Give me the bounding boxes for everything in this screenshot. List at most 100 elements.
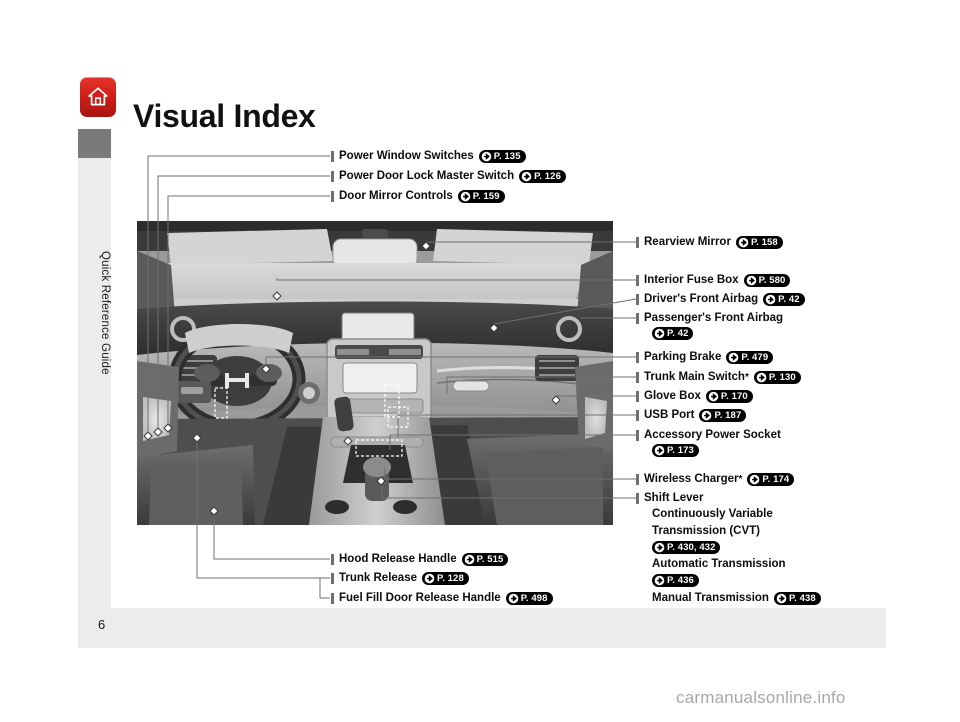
watermark: carmanualsonline.info [676,688,846,707]
shift-variant-label: Automatic Transmission [652,558,786,570]
callout-tick-icon [636,372,639,383]
callout-label: Trunk Main Switch [644,371,745,383]
page-ref-text: P. 42 [667,327,689,339]
arrow-right-circle-icon [702,410,712,421]
callout-power-window-switches[interactable]: Power Window Switches P. 135 [331,149,526,164]
page-ref-badge[interactable]: P. 170 [705,390,753,403]
page-ref-text: P. 135 [493,150,521,162]
callout-label: Trunk Release [339,572,417,584]
shift-variant-automatic-ref[interactable]: P. 436 [652,574,699,587]
callout-tick-icon [636,430,639,441]
page-ref-badge[interactable]: P. 128 [421,572,469,585]
page-ref-badge[interactable]: P. 430, 432 [652,541,721,554]
page-ref-badge[interactable]: P. 130 [753,371,801,384]
callout-door-mirror-controls[interactable]: Door Mirror Controls P. 159 [331,189,505,204]
shift-variant-cvt-line2: Transmission (CVT) [652,524,760,539]
sidebar-tab-cap [78,129,111,158]
page-ref-badge[interactable]: P. 158 [735,236,783,249]
page-ref-badge[interactable]: P. 187 [699,409,747,422]
arrow-right-circle-icon [750,474,760,485]
page-ref-badge[interactable]: P. 126 [519,170,566,183]
sidebar-tab-label: Quick Reference Guide [99,251,111,375]
page-ref-text: P. 498 [520,592,548,604]
callout-fuel-fill-door-release-handle[interactable]: Fuel Fill Door Release Handle P. 498 [331,591,553,606]
shift-variant-cvt-ref[interactable]: P. 430, 432 [652,541,721,554]
footnote-asterisk: * [738,473,743,485]
callout-label: Glove Box [644,390,701,402]
callout-accessory-power-socket-ref[interactable]: P. 173 [652,444,699,457]
arrow-right-circle-icon [508,593,518,604]
callout-label: Fuel Fill Door Release Handle [339,592,501,604]
page-ref-badge[interactable]: P. 479 [726,351,774,364]
callout-rearview-mirror[interactable]: Rearview Mirror P. 158 [636,235,783,250]
arrow-right-circle-icon [654,445,665,456]
callout-drivers-front-airbag[interactable]: Driver's Front Airbag P. 42 [636,292,805,307]
callout-glove-box[interactable]: Glove Box P. 170 [636,389,753,404]
shift-variant-manual[interactable]: Manual Transmission P. 438 [652,591,821,606]
page-ref-text: P. 130 [768,371,796,383]
page-ref-text: P. 187 [714,409,742,421]
arrow-right-circle-icon [654,575,665,586]
callout-label: Parking Brake [644,351,722,363]
callout-parking-brake[interactable]: Parking Brake P. 479 [636,350,774,365]
callout-passengers-front-airbag-ref[interactable]: P. 42 [652,327,694,340]
page-ref-text: P. 479 [741,351,769,363]
callout-tick-icon [636,410,639,421]
arrow-right-circle-icon [654,328,665,339]
page-ref-badge[interactable]: P. 42 [652,327,694,340]
sidebar-tab[interactable]: Quick Reference Guide [78,129,111,616]
shift-variant-label: Manual Transmission [652,592,769,604]
callout-shift-lever[interactable]: Shift Lever [636,491,703,506]
callout-tick-icon [636,391,639,402]
callout-label: Passenger's Front Airbag [644,312,784,324]
callout-accessory-power-socket[interactable]: Accessory Power Socket [636,428,781,443]
callout-label: Rearview Mirror [644,236,731,248]
arrow-right-circle-icon [765,294,776,305]
page-ref-badge[interactable]: P. 159 [457,190,505,203]
callout-trunk-release[interactable]: Trunk Release P. 128 [331,571,469,586]
shift-variant-label: Transmission (CVT) [652,525,760,537]
footnote-asterisk: * [744,371,749,383]
callout-interior-fuse-box[interactable]: Interior Fuse Box P. 580 [636,273,791,288]
arrow-right-circle-icon [460,191,471,202]
page-number: 6 [98,617,106,632]
callout-tick-icon [331,171,334,182]
arrow-right-circle-icon [756,372,767,383]
page-ref-badge[interactable]: P. 580 [743,274,791,287]
callout-wireless-charger[interactable]: Wireless Charger * P. 174 [636,472,795,487]
page-ref-text: P. 42 [778,293,800,305]
arrow-right-circle-icon [776,593,787,604]
callout-label: Driver's Front Airbag [644,293,759,305]
arrow-right-circle-icon [708,391,719,402]
arrow-right-circle-icon [424,573,435,584]
page-ref-text: P. 438 [788,592,816,604]
car-interior-photo [137,221,613,525]
callout-trunk-main-switch[interactable]: Trunk Main Switch * P. 130 [636,370,801,385]
page-ref-badge[interactable]: P. 438 [773,592,821,605]
callout-tick-icon [636,294,639,305]
callout-tick-icon [636,313,639,324]
arrow-right-circle-icon [746,275,756,286]
page-ref-badge[interactable]: P. 174 [747,473,795,486]
callout-tick-icon [331,151,334,162]
page-ref-badge[interactable]: P. 135 [478,150,526,163]
callout-label: Wireless Charger [644,473,739,485]
shift-variant-automatic: Automatic Transmission [652,557,786,572]
page-ref-badge[interactable]: P. 173 [652,444,699,457]
callout-usb-port[interactable]: USB Port P. 187 [636,408,747,423]
callout-passengers-front-airbag[interactable]: Passenger's Front Airbag [636,311,783,326]
page-ref-text: P. 436 [667,574,694,586]
callout-tick-icon [331,554,334,565]
callout-power-door-lock-master-switch[interactable]: Power Door Lock Master Switch P. 126 [331,169,566,184]
callout-tick-icon [331,593,334,604]
page-ref-badge[interactable]: P. 436 [652,574,699,587]
callout-label: Shift Lever [644,492,704,504]
home-icon[interactable] [80,77,116,117]
footer-band [78,608,886,648]
page-ref-badge[interactable]: P. 498 [505,592,553,605]
page-title: Visual Index [133,98,316,134]
page-ref-badge[interactable]: P. 42 [763,293,805,306]
page-ref-text: P. 128 [436,572,464,584]
callout-hood-release-handle[interactable]: Hood Release Handle P. 515 [331,552,509,567]
page-ref-badge[interactable]: P. 515 [461,553,509,566]
